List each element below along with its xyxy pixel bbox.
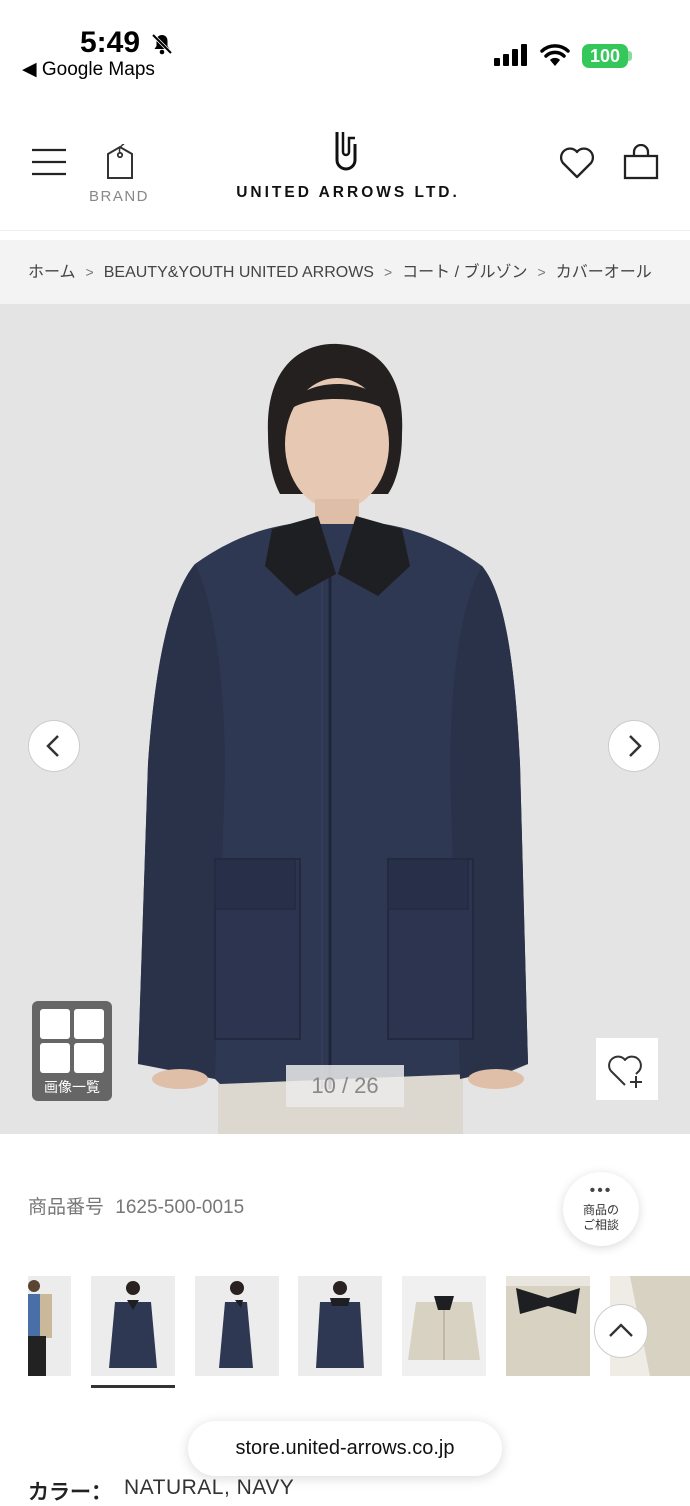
thumbnail-image <box>402 1276 486 1376</box>
chevron-right-icon: > <box>537 264 546 280</box>
thumbnail-image <box>195 1276 279 1376</box>
back-to-app-link[interactable]: ◀ Google Maps <box>22 58 155 81</box>
thumbnail[interactable] <box>28 1276 71 1376</box>
color-label: カラー： <box>28 1481 112 1504</box>
add-to-favorites-button[interactable] <box>596 1038 658 1100</box>
product-number-value: 1625-500-0015 <box>115 1197 245 1218</box>
thumbnail-image <box>28 1276 71 1376</box>
wifi-icon <box>540 44 570 66</box>
breadcrumb-item-category[interactable]: コート / ブルゾン <box>402 241 527 304</box>
cellular-signal-icon <box>494 44 527 66</box>
chevron-right-icon: > <box>85 264 94 280</box>
site-logo-text[interactable]: UNITED ARROWS LTD. <box>210 184 486 202</box>
thumbnail-image <box>298 1276 382 1376</box>
breadcrumb-item-home[interactable]: ホーム <box>28 241 76 304</box>
breadcrumb-item-subcategory[interactable]: カバーオール <box>556 241 652 304</box>
thumbnail-image <box>91 1276 175 1376</box>
status-time: 5:49 <box>80 26 141 59</box>
product-number-label: 商品番号 <box>28 1197 105 1218</box>
consult-label-line2: ご相談 <box>582 1218 619 1232</box>
heart-icon[interactable] <box>558 146 596 180</box>
thumbnail[interactable] <box>195 1276 279 1376</box>
browser-url-bar[interactable]: store.united-arrows.co.jp <box>188 1421 502 1476</box>
chevron-left-icon <box>46 735 59 757</box>
next-image-button[interactable] <box>608 720 660 772</box>
consult-label[interactable]: 商品の ご相談 <box>563 1203 639 1233</box>
battery-tip <box>628 51 632 61</box>
chevron-right-icon: > <box>383 264 393 280</box>
chevron-up-icon <box>609 1323 633 1337</box>
united-arrows-logo-mark[interactable] <box>334 130 358 172</box>
shopping-bag-icon[interactable] <box>622 144 660 180</box>
more-dots-icon: ••• <box>589 1182 613 1199</box>
scroll-to-top-button[interactable] <box>594 1304 648 1358</box>
image-list-label[interactable]: 画像一覧 <box>32 1077 112 1097</box>
chevron-right-icon <box>629 735 642 757</box>
product-number: 商品番号 1625-500-0015 <box>28 1192 244 1219</box>
brand-tag-icon[interactable] <box>104 144 136 180</box>
battery-indicator: 100 <box>582 44 628 68</box>
consult-label-line1: 商品の <box>582 1203 619 1217</box>
menu-icon[interactable] <box>32 148 66 176</box>
thumbnail[interactable] <box>506 1276 590 1376</box>
grid-icon <box>40 1009 104 1073</box>
thumbnail[interactable] <box>91 1276 175 1376</box>
thumbnail[interactable] <box>402 1276 486 1376</box>
heart-plus-icon <box>608 1055 642 1088</box>
active-thumbnail-indicator <box>91 1385 175 1388</box>
breadcrumb: ホーム > BEAUTY&YOUTH UNITED ARROWS > コート / ブルゾ… <box>0 240 690 304</box>
bell-muted-icon <box>151 33 173 55</box>
thumbnail[interactable] <box>298 1276 382 1376</box>
image-counter: 10 / 26 <box>286 1065 404 1107</box>
previous-image-button[interactable] <box>28 720 80 772</box>
thumbnail-image <box>506 1276 590 1376</box>
breadcrumb-item-brand[interactable]: BEAUTY&YOUTH UNITED ARROWS <box>104 241 374 304</box>
color-value: NATURAL, NAVY <box>124 1476 295 1499</box>
brand-label[interactable]: BRAND <box>89 188 149 205</box>
